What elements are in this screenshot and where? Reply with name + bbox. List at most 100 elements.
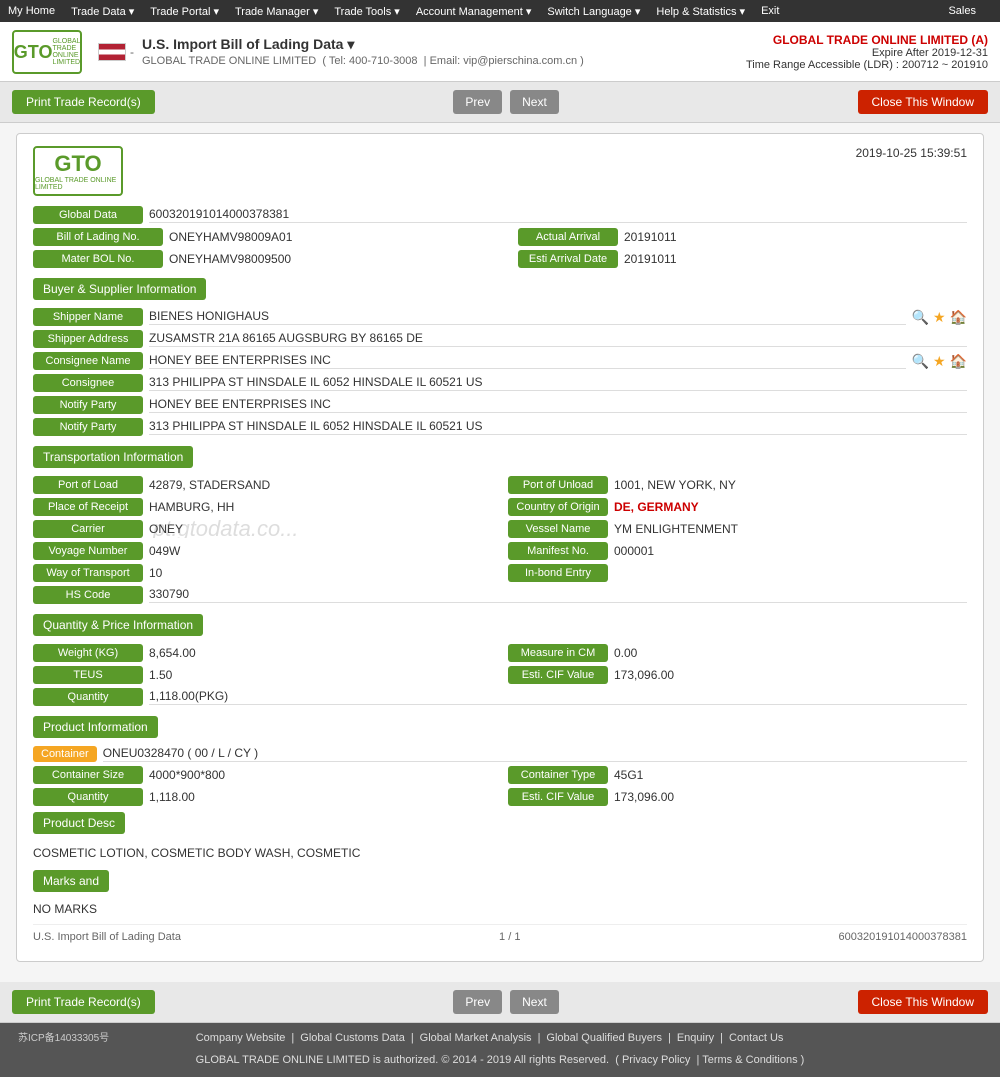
weight-value: 8,654.00	[149, 646, 502, 660]
consignee-search-icon[interactable]: 🔍	[912, 353, 929, 370]
quantity-label: Quantity	[33, 688, 143, 706]
manifest-value: 000001	[614, 544, 967, 558]
shipper-search-icon[interactable]: 🔍	[912, 309, 929, 326]
consignee-name-label: Consignee Name	[33, 352, 143, 370]
bol-row: Bill of Lading No. ONEYHAMV98009A01 Actu…	[33, 228, 967, 246]
close-button-top[interactable]: Close This Window	[858, 90, 988, 114]
transport-section-title: Transportation Information	[33, 446, 193, 468]
global-data-label: Global Data	[33, 206, 143, 224]
measure-label: Measure in CM	[508, 644, 608, 662]
actual-arrival-label: Actual Arrival	[518, 228, 618, 246]
voyage-value: 049W	[149, 544, 502, 558]
inbond-label: In-bond Entry	[508, 564, 608, 582]
receipt-row: Place of Receipt HAMBURG, HH Country of …	[33, 498, 967, 516]
nav-trade-tools[interactable]: Trade Tools ▾	[334, 5, 399, 18]
header-bar: GTO GLOBAL TRADE ONLINE LIMITED - U.S. I…	[0, 22, 1000, 82]
terms-link[interactable]: Terms & Conditions	[702, 1054, 797, 1066]
manifest-label: Manifest No.	[508, 542, 608, 560]
nav-account-management[interactable]: Account Management ▾	[416, 5, 532, 18]
shipper-name-value: BIENES HONIGHAUS	[149, 309, 906, 325]
prev-button-top[interactable]: Prev	[453, 90, 502, 114]
close-button-bottom[interactable]: Close This Window	[858, 990, 988, 1014]
global-data-row: Global Data 600320191014000378381	[33, 206, 967, 224]
notify-party-label-1: Notify Party	[33, 396, 143, 414]
container-label: Container	[33, 746, 97, 762]
place-receipt-value: HAMBURG, HH	[149, 500, 502, 514]
top-action-bar: Print Trade Record(s) Prev Next Close Th…	[0, 82, 1000, 123]
next-button-bottom[interactable]: Next	[510, 990, 559, 1014]
consignee-star-icon[interactable]: ★	[933, 353, 946, 370]
footer-global-buyers[interactable]: Global Qualified Buyers	[546, 1029, 662, 1049]
document-card: GTO GLOBAL TRADE ONLINE LIMITED 2019-10-…	[16, 133, 984, 962]
container-type-label: Container Type	[508, 766, 608, 784]
product-cif-label: Esti. CIF Value	[508, 788, 608, 806]
privacy-link[interactable]: Privacy Policy	[622, 1054, 690, 1066]
vessel-name-label: Vessel Name	[508, 520, 608, 538]
bol-value: ONEYHAMV98009A01	[169, 230, 512, 244]
place-receipt-label: Place of Receipt	[33, 498, 143, 516]
way-transport-label: Way of Transport	[33, 564, 143, 582]
consignee-label: Consignee	[33, 374, 143, 392]
container-row: Container ONEU0328470 ( 00 / L / CY )	[33, 746, 967, 762]
nav-sales[interactable]: Sales	[948, 5, 976, 17]
global-data-value: 600320191014000378381	[149, 207, 967, 223]
mater-bol-label: Mater BOL No.	[33, 250, 163, 268]
cif-label: Esti. CIF Value	[508, 666, 608, 684]
voyage-label: Voyage Number	[33, 542, 143, 560]
container-value: ONEU0328470 ( 00 / L / CY )	[103, 746, 967, 762]
way-transport-row: Way of Transport 10 In-bond Entry	[33, 564, 967, 582]
nav-trade-manager[interactable]: Trade Manager ▾	[235, 5, 318, 18]
teus-group: 1.50 Esti. CIF Value 173,096.00	[149, 666, 967, 684]
transport-section: Transportation Information	[33, 446, 967, 476]
email: Email: vip@pierschina.com.cn	[430, 55, 578, 67]
teus-row: TEUS 1.50 Esti. CIF Value 173,096.00	[33, 666, 967, 684]
consignee-name-value: HONEY BEE ENTERPRISES INC	[149, 353, 906, 369]
port-row: Port of Load 42879, STADERSAND Port of U…	[33, 476, 967, 494]
shipper-address-value: ZUSAMSTR 21A 86165 AUGSBURG BY 86165 DE	[149, 331, 967, 347]
footer-global-market[interactable]: Global Market Analysis	[420, 1029, 532, 1049]
notify-party-label-2: Notify Party	[33, 418, 143, 436]
nav-my-home[interactable]: My Home	[8, 5, 55, 17]
weight-group: 8,654.00 Measure in CM 0.00	[149, 644, 967, 662]
shipper-icons: 🔍 ★ 🏠	[912, 309, 967, 326]
footer-record-id: 600320191014000378381	[839, 931, 967, 943]
nav-exit[interactable]: Exit	[761, 5, 779, 17]
footer-global-customs[interactable]: Global Customs Data	[300, 1029, 405, 1049]
nav-trade-data[interactable]: Trade Data ▾	[71, 5, 134, 18]
product-quantity-row: Quantity 1,118.00 Esti. CIF Value 173,09…	[33, 788, 967, 806]
voyage-group: 049W Manifest No. 000001	[149, 542, 967, 560]
nav-trade-portal[interactable]: Trade Portal ▾	[150, 5, 219, 18]
next-button-top[interactable]: Next	[510, 90, 559, 114]
timestamp: 2019-10-25 15:39:51	[856, 146, 967, 160]
expire-info: Expire After 2019-12-31	[746, 47, 988, 59]
hs-code-row: HS Code 330790	[33, 586, 967, 604]
prev-button-bottom[interactable]: Prev	[453, 990, 502, 1014]
document-header: GTO GLOBAL TRADE ONLINE LIMITED 2019-10-…	[33, 146, 967, 196]
carrier-group: ONEY Vessel Name YM ENLIGHTENMENT	[149, 520, 967, 538]
footer-company-website[interactable]: Company Website	[196, 1029, 286, 1049]
marks-label: Marks and	[33, 870, 109, 892]
product-section-title: Product Information	[33, 716, 158, 738]
shipper-star-icon[interactable]: ★	[933, 309, 946, 326]
cif-value: 173,096.00	[614, 668, 967, 682]
header-title-area: U.S. Import Bill of Lading Data ▾ GLOBAL…	[142, 36, 584, 67]
doc-logo-sub: GLOBAL TRADE ONLINE LIMITED	[35, 177, 121, 191]
print-button-top[interactable]: Print Trade Record(s)	[12, 90, 155, 114]
teus-label: TEUS	[33, 666, 143, 684]
flag-area: -	[98, 43, 134, 61]
print-button-bottom[interactable]: Print Trade Record(s)	[12, 990, 155, 1014]
footer-row-1: 苏ICP备14033305号 Company Website | Global …	[6, 1029, 994, 1049]
footer-contact[interactable]: Contact Us	[729, 1029, 783, 1049]
consignee-home-icon[interactable]: 🏠	[950, 353, 967, 370]
bol-group: ONEYHAMV98009A01 Actual Arrival 20191011	[169, 228, 967, 246]
time-range: Time Range Accessible (LDR) : 200712 ~ 2…	[746, 59, 988, 71]
nav-switch-language[interactable]: Switch Language ▾	[547, 5, 640, 18]
shipper-home-icon[interactable]: 🏠	[950, 309, 967, 326]
footer-enquiry[interactable]: Enquiry	[677, 1029, 714, 1049]
country-origin-value: DE, GERMANY	[614, 500, 967, 514]
product-quantity-group: 1,118.00 Esti. CIF Value 173,096.00	[149, 788, 967, 806]
top-navigation: My Home Trade Data ▾ Trade Portal ▾ Trad…	[0, 0, 1000, 22]
product-desc-label: Product Desc	[33, 812, 125, 834]
mater-bol-row: Mater BOL No. ONEYHAMV98009500 Esti Arri…	[33, 250, 967, 268]
nav-help-statistics[interactable]: Help & Statistics ▾	[656, 5, 745, 18]
